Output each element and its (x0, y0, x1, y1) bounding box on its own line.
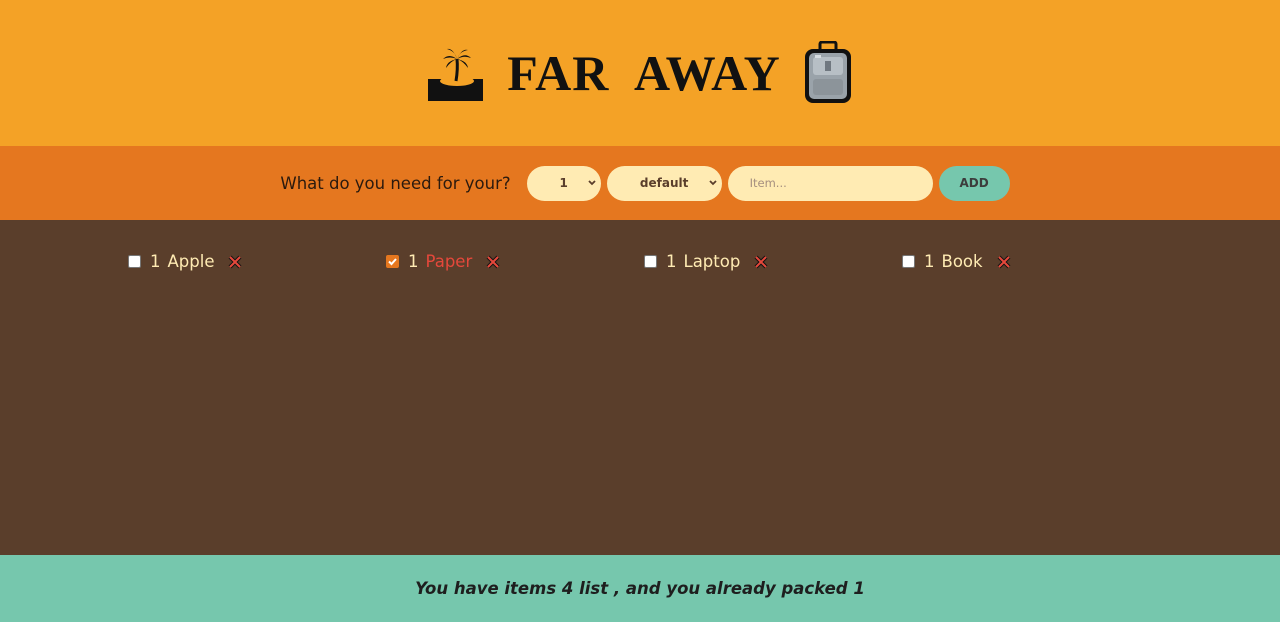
packed-checkbox[interactable] (902, 255, 915, 268)
item-quantity: 1 (408, 252, 419, 271)
add-button-label: ADD (959, 176, 989, 190)
item-input-placeholder: Item... (749, 176, 787, 190)
packed-checkbox[interactable] (386, 255, 399, 268)
quantity-select-value: 1 (559, 176, 568, 190)
chevron-down-icon (708, 177, 718, 189)
list-item: 1 Book (902, 252, 1011, 271)
sort-select-value: default (639, 176, 689, 190)
item-quantity: 1 (666, 252, 677, 271)
delete-icon[interactable] (228, 255, 242, 269)
desert-island-icon (427, 45, 485, 101)
delete-icon[interactable] (486, 255, 500, 269)
packed-checkbox[interactable] (644, 255, 657, 268)
stats-text: You have items 4 list , and you already … (415, 579, 865, 598)
sort-select[interactable]: default (606, 165, 722, 201)
item-name: Apple (167, 252, 215, 271)
luggage-icon (803, 41, 853, 105)
item-name: Laptop (683, 252, 741, 271)
item-quantity: 1 (150, 252, 161, 271)
stats-footer: You have items 4 list , and you already … (0, 555, 1280, 622)
delete-icon[interactable] (754, 255, 768, 269)
item-name: Paper (425, 252, 473, 271)
list-item: 1 Paper (386, 252, 500, 271)
list-item: 1 Apple (128, 252, 242, 271)
app: FAR AWAY What do you need for your? 1 de… (0, 0, 1280, 622)
item-input[interactable]: Item... (727, 165, 933, 201)
chevron-down-icon (587, 177, 597, 189)
packed-checkbox[interactable] (128, 255, 141, 268)
packing-list: 1 Apple 1 Paper 1 Laptop 1 Book (0, 220, 1280, 555)
item-quantity: 1 (924, 252, 935, 271)
form-prompt: What do you need for your? (280, 173, 511, 193)
checkmark-icon (388, 258, 397, 266)
add-button[interactable]: ADD (938, 165, 1010, 201)
app-title: FAR AWAY (507, 45, 781, 101)
delete-icon[interactable] (997, 255, 1011, 269)
header: FAR AWAY (0, 0, 1280, 146)
item-name: Book (941, 252, 983, 271)
add-item-form: What do you need for your? 1 default Ite… (0, 146, 1280, 220)
list-item: 1 Laptop (644, 252, 768, 271)
quantity-select[interactable]: 1 (526, 165, 601, 201)
